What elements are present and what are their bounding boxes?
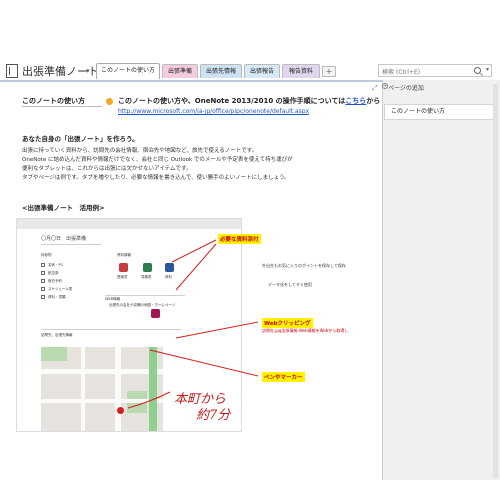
tab-label: 出張準備	[167, 68, 192, 75]
example-page-title: 〇月〇日 出張準備	[41, 236, 87, 242]
checklist-item: 宿泊予約	[48, 279, 62, 283]
intro-heading: あなた自身の「出張ノート」を作ろう。	[22, 135, 139, 143]
example-heading: <出張準備ノート 活用例>	[22, 204, 105, 212]
checklist-item: 資料・書類	[48, 295, 66, 299]
handwritten-ink-note-2: 約7分	[196, 408, 231, 423]
example-rule	[41, 329, 181, 330]
search-input[interactable]: 検索 (Ctrl+E)	[382, 67, 420, 76]
page-title[interactable]: このノートの使い方	[22, 96, 85, 106]
intro-paragraph-1: 出張に持っていく資料から、訪問先の会社情報、宿泊先や地図など、旅先で使えるノート…	[22, 148, 258, 154]
callout-attach-documents: 必要な資料添付	[218, 234, 261, 244]
example-section-belongings: 持参物	[41, 253, 52, 257]
pdf-file-icon	[119, 263, 128, 272]
page-list-panel	[382, 80, 500, 480]
checklist-item: スケジュール表	[48, 287, 73, 291]
callout-web-clipping: Webクリッピング	[262, 318, 313, 328]
page-list-item[interactable]: このノートの使い方	[384, 104, 498, 120]
clipped-image-icon	[151, 309, 160, 318]
help-link[interactable]: こちら	[345, 97, 366, 105]
add-section-button[interactable]: +	[322, 66, 336, 77]
bullet-icon	[106, 98, 113, 105]
page-title-underline	[22, 106, 102, 107]
search-icon[interactable]	[474, 67, 481, 74]
side-note-2: データ化をしてすぐ使用	[268, 282, 312, 287]
example-section-web: WEB情報	[105, 297, 121, 301]
file-label: 見積書	[141, 275, 152, 279]
example-section-documents: 資料情報	[117, 253, 131, 257]
map-road	[41, 369, 163, 374]
checkbox-icon	[41, 279, 45, 283]
tab-label: 出張先情報	[205, 68, 236, 75]
excel-file-icon	[143, 263, 152, 272]
file-label: 資料	[165, 275, 172, 279]
checkbox-icon	[41, 287, 45, 291]
tab-trip-preparation[interactable]: 出張準備	[162, 64, 198, 78]
side-note-1: 外出先もお気に入りのポイントを保存して保存	[262, 263, 346, 268]
checklist-item: 名刺・PC	[48, 263, 64, 267]
example-rule	[41, 244, 101, 245]
expand-icon[interactable]: ⤢	[372, 84, 378, 93]
search-scope-dropdown-icon[interactable]: ▾	[486, 66, 489, 73]
callout-web-clipping-detail: 訪問先.jpg出張情報-Web情報をWebから取得し	[262, 328, 349, 333]
tab-label: 出張報告	[249, 68, 274, 75]
checkbox-icon	[41, 263, 45, 267]
map-road	[41, 399, 163, 403]
intro-paragraph-3: 便利なタブレットは、これからは出張には欠かせないアイテムです。	[22, 166, 192, 172]
notebook-icon[interactable]	[6, 64, 18, 78]
map-road	[115, 347, 121, 431]
tab-label: このノートの使い方	[100, 67, 155, 74]
tab-report-materials[interactable]: 報告資料	[282, 64, 320, 78]
example-ribbon-strip	[17, 219, 241, 229]
checklist-item: 航空券	[48, 271, 59, 275]
search-box[interactable]: 検索 (Ctrl+E) ▾	[378, 64, 492, 77]
page-list-scrollbar[interactable]	[493, 84, 498, 478]
example-rule	[105, 295, 185, 296]
intro-paragraph-2: OneNote に詰め込んだ資料や情報だけでなく、会社と同じ Outlook で…	[22, 157, 293, 163]
file-label: 提案書	[117, 275, 128, 279]
help-note-suffix: から	[366, 97, 381, 105]
map-image	[41, 347, 163, 431]
notebook-dropdown-icon[interactable]: ▾	[86, 67, 90, 75]
title-bar: 出張準備ノート ▾ このノートの使い方 出張準備 出張先情報 出張報告 報告資料…	[0, 0, 500, 84]
help-note: このノートの使い方や、OneNote 2013/2010 の操作手順についてはこ…	[118, 96, 380, 106]
word-file-icon	[165, 263, 174, 272]
tab-trip-report[interactable]: 出張報告	[244, 64, 280, 78]
help-note-text: このノートの使い方や、OneNote 2013/2010 の操作手順については	[118, 97, 346, 105]
tab-destination-info[interactable]: 出張先情報	[200, 64, 242, 78]
checkbox-icon	[41, 295, 45, 299]
tab-how-to-use[interactable]: このノートの使い方	[96, 63, 160, 79]
map-main-road	[149, 347, 157, 431]
map-pin-icon	[117, 407, 124, 414]
map-park	[41, 347, 67, 361]
add-page-button[interactable]: ページの追加	[388, 83, 424, 92]
help-url-link[interactable]: http://www.microsoft.com/ja-jp/office/pi…	[118, 108, 309, 115]
map-road	[81, 347, 85, 431]
intro-paragraph-4: タブやページは例です。タブを増やしたり、必要な情報を書き込んで、使い勝手のよいノ…	[22, 175, 290, 181]
callout-pen-marker: ペンやマーカー	[262, 372, 305, 382]
web-clipping-text: 出張先の会社や店舗の地図・ホームページ	[109, 303, 176, 307]
checkbox-icon	[41, 271, 45, 275]
example-section-visit: 訪問先、出張先情報	[41, 333, 73, 337]
tab-label: 報告資料	[288, 68, 313, 75]
